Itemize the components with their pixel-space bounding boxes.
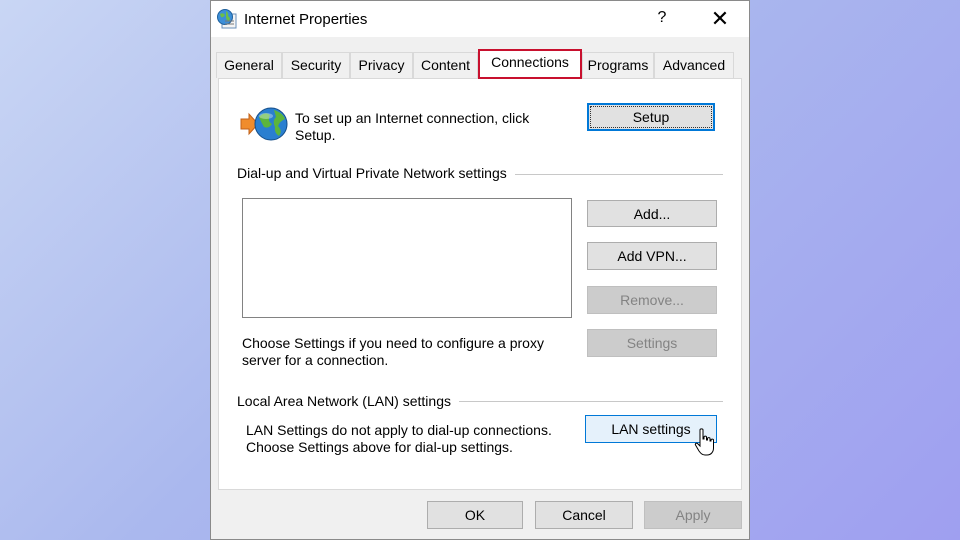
cancel-button[interactable]: Cancel	[535, 501, 633, 529]
remove-button[interactable]: Remove...	[587, 286, 717, 314]
setup-button[interactable]: Setup	[587, 103, 715, 131]
setup-description: To set up an Internet connection, click …	[295, 110, 530, 143]
help-button[interactable]: ?	[652, 9, 672, 27]
tab-programs[interactable]: Programs	[582, 52, 654, 78]
internet-options-icon	[217, 9, 237, 29]
tab-general[interactable]: General	[216, 52, 282, 78]
dialup-group-label: Dial-up and Virtual Private Network sett…	[237, 165, 515, 181]
tab-privacy[interactable]: Privacy	[350, 52, 413, 78]
close-button[interactable]: ✕	[707, 6, 733, 32]
window-title: Internet Properties	[244, 11, 368, 28]
lan-description: LAN Settings do not apply to dial-up con…	[246, 422, 552, 455]
apply-button[interactable]: Apply	[644, 501, 742, 529]
mouse-pointer-icon	[694, 428, 714, 456]
connections-list[interactable]	[242, 198, 572, 318]
add-vpn-button[interactable]: Add VPN...	[587, 242, 717, 270]
connections-panel: To set up an Internet connection, click …	[218, 78, 742, 490]
add-button[interactable]: Add...	[587, 200, 717, 227]
tab-advanced[interactable]: Advanced	[654, 52, 734, 78]
title-bar[interactable]: Internet Properties ? ✕	[211, 1, 749, 37]
lan-group-label: Local Area Network (LAN) settings	[237, 393, 459, 409]
globe-connection-icon	[240, 107, 288, 141]
tab-security[interactable]: Security	[282, 52, 350, 78]
internet-properties-dialog: Internet Properties ? ✕ General Security…	[210, 0, 750, 540]
tab-content[interactable]: Content	[413, 52, 478, 78]
ok-button[interactable]: OK	[427, 501, 523, 529]
proxy-description: Choose Settings if you need to configure…	[242, 335, 544, 368]
settings-button[interactable]: Settings	[587, 329, 717, 357]
tab-connections[interactable]: Connections	[478, 49, 582, 79]
tab-strip: General Security Privacy Content Connect…	[216, 49, 746, 79]
